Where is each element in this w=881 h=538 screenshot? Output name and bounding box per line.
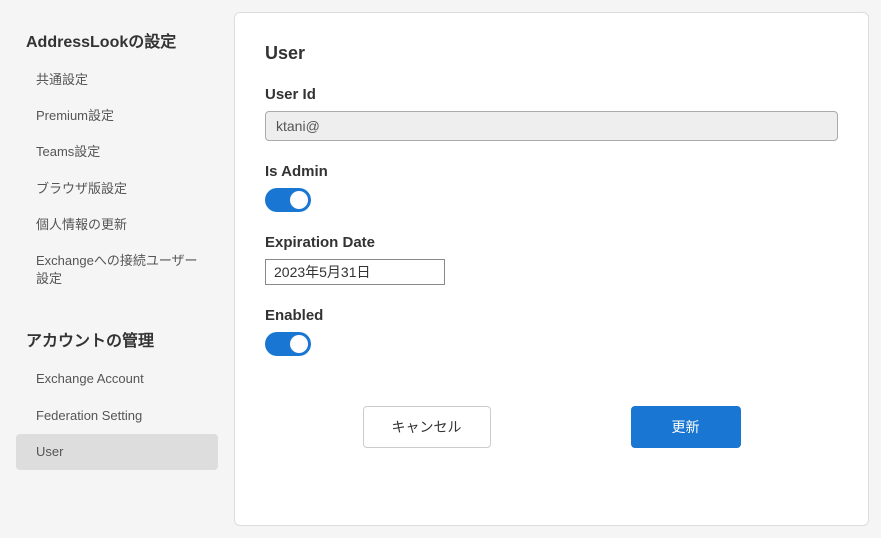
sidebar: AddressLookの設定 共通設定 Premium設定 Teams設定 ブラ… bbox=[12, 12, 222, 526]
sidebar-section-title: AddressLookの設定 bbox=[12, 22, 222, 62]
sidebar-item-premium[interactable]: Premium設定 bbox=[12, 98, 222, 134]
sidebar-section-account: アカウントの管理 Exchange Account Federation Set… bbox=[12, 321, 222, 470]
sidebar-section-title: アカウントの管理 bbox=[12, 321, 222, 361]
sidebar-item-personal-info[interactable]: 個人情報の更新 bbox=[12, 207, 222, 243]
submit-button[interactable]: 更新 bbox=[631, 406, 741, 448]
user-id-label: User Id bbox=[265, 86, 838, 103]
cancel-button[interactable]: キャンセル bbox=[363, 406, 491, 448]
enabled-label: Enabled bbox=[265, 307, 838, 324]
button-row: キャンセル 更新 bbox=[265, 406, 838, 448]
sidebar-item-common[interactable]: 共通設定 bbox=[12, 62, 222, 98]
sidebar-item-federation-setting[interactable]: Federation Setting bbox=[12, 398, 222, 434]
enabled-group: Enabled bbox=[265, 307, 838, 356]
user-id-group: User Id bbox=[265, 86, 838, 141]
main-panel: User User Id Is Admin Expiration Date En… bbox=[234, 12, 869, 526]
is-admin-toggle[interactable] bbox=[265, 188, 311, 212]
sidebar-item-browser[interactable]: ブラウザ版設定 bbox=[12, 171, 222, 207]
is-admin-label: Is Admin bbox=[265, 163, 838, 180]
expiration-date-label: Expiration Date bbox=[265, 234, 838, 251]
sidebar-item-user[interactable]: User bbox=[16, 434, 218, 470]
sidebar-item-exchange-account[interactable]: Exchange Account bbox=[12, 361, 222, 397]
expiration-date-group: Expiration Date bbox=[265, 234, 838, 285]
user-id-input[interactable] bbox=[265, 111, 838, 141]
sidebar-item-teams[interactable]: Teams設定 bbox=[12, 134, 222, 170]
enabled-toggle[interactable] bbox=[265, 332, 311, 356]
panel-title: User bbox=[265, 43, 838, 64]
sidebar-item-exchange-connection[interactable]: Exchangeへの接続ユーザー設定 bbox=[12, 243, 222, 297]
expiration-date-input[interactable] bbox=[265, 259, 445, 285]
sidebar-section-addresslook: AddressLookの設定 共通設定 Premium設定 Teams設定 ブラ… bbox=[12, 22, 222, 297]
is-admin-group: Is Admin bbox=[265, 163, 838, 212]
